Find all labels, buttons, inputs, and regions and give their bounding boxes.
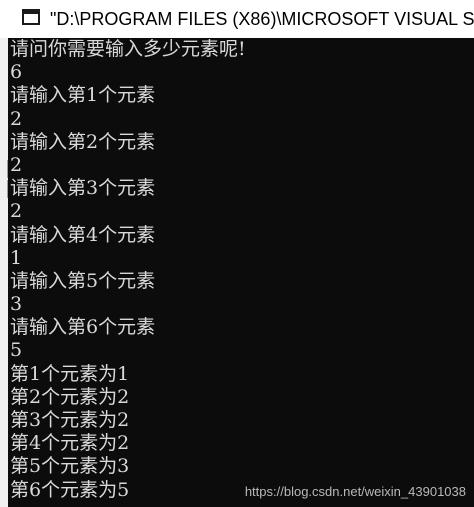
console-line: 1	[10, 246, 23, 269]
console-line: 请输入第1个元素	[10, 84, 156, 107]
console-line: 第4个元素为2	[10, 432, 130, 455]
console-line: 第5个元素为3	[10, 455, 130, 478]
console-output-area[interactable]: 请问你需要输入多少元素呢! 6 请输入第1个元素 2 请输入第2个元素 2 请输…	[8, 38, 474, 507]
console-line: 6	[10, 61, 23, 84]
console-line: 请输入第6个元素	[10, 316, 156, 339]
console-line: 请输入第2个元素	[10, 130, 156, 153]
console-line: 5	[10, 339, 23, 362]
console-line: 2	[10, 153, 23, 176]
window-title: "D:\PROGRAM FILES (X86)\MICROSOFT VISUAL…	[50, 9, 474, 29]
console-line: 2	[10, 200, 23, 223]
window-left-edge	[0, 38, 8, 507]
console-line: 请问你需要输入多少元素呢!	[10, 38, 246, 60]
console-line: 第3个元素为2	[10, 409, 130, 431]
console-line: 请输入第3个元素	[10, 177, 156, 200]
console-line: 第2个元素为2	[10, 385, 130, 408]
console-line: 请输入第5个元素	[10, 269, 156, 292]
edge-mark	[0, 160, 8, 178]
edge-mark	[0, 180, 8, 198]
console-app-icon[interactable]	[22, 9, 40, 25]
console-output-lines: 请问你需要输入多少元素呢! 6 请输入第1个元素 2 请输入第2个元素 2 请输…	[10, 38, 470, 502]
console-window: "D:\PROGRAM FILES (X86)\MICROSOFT VISUAL…	[0, 0, 474, 507]
watermark-text: https://blog.csdn.net/weixin_43901038	[244, 484, 466, 499]
console-line: 3	[10, 293, 23, 316]
console-line: 第1个元素为1	[10, 362, 130, 385]
console-line: 请输入第4个元素	[10, 223, 156, 246]
title-bar[interactable]: "D:\PROGRAM FILES (X86)\MICROSOFT VISUAL…	[0, 0, 474, 38]
console-line: 2	[10, 107, 23, 130]
